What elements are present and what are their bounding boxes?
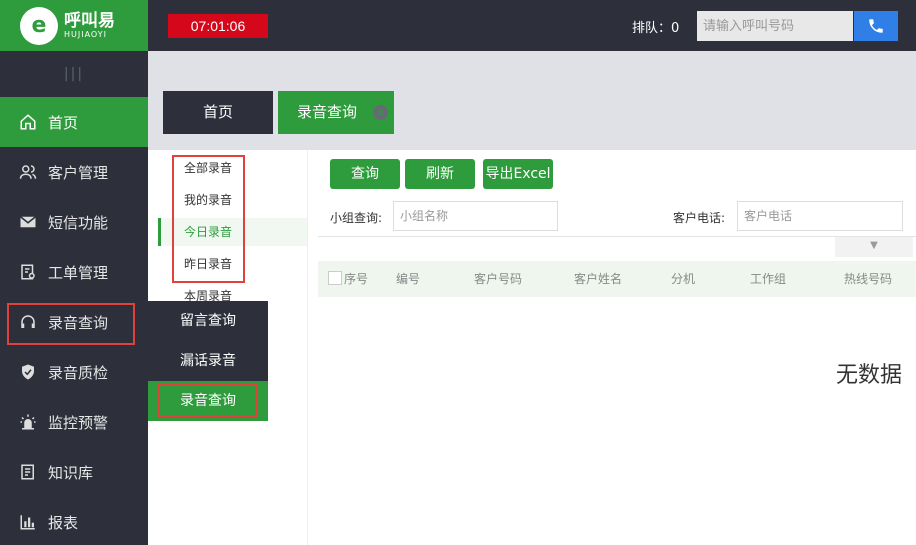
- submenu-item-messages[interactable]: 留言查询: [148, 301, 268, 341]
- queue-count: 排队：0: [632, 21, 680, 36]
- home-icon: [18, 112, 38, 132]
- sidebar-item-label: 知识库: [48, 463, 94, 482]
- empty-state: 无数据: [836, 363, 903, 388]
- sidebar-item-label: 短信功能: [48, 213, 109, 232]
- sidebar-item-label: 客户管理: [48, 163, 109, 182]
- sidebar-item-label: 录音查询: [48, 313, 109, 332]
- call-timer: 07:01:06: [168, 14, 268, 38]
- call-number-input[interactable]: [697, 11, 853, 41]
- sidebar-item-recordings[interactable]: 录音查询: [0, 297, 148, 347]
- col-hotline: 热线号码: [844, 272, 893, 286]
- logo-text: 呼叫易 HUJIAOYI: [64, 12, 115, 40]
- tab-recordings[interactable]: 录音查询 ×: [278, 91, 394, 134]
- phone-icon: [869, 19, 883, 33]
- close-icon[interactable]: ×: [373, 105, 388, 120]
- sidebar-item-label: 录音质检: [48, 363, 109, 382]
- sidebar-item-label: 首页: [48, 113, 79, 132]
- group-label: 小组查询:: [330, 211, 383, 225]
- submenu-item-missed[interactable]: 漏话录音: [148, 341, 268, 381]
- export-excel-button[interactable]: 导出Excel: [483, 159, 553, 189]
- query-button[interactable]: 查询: [330, 159, 400, 189]
- book-icon: [18, 462, 38, 482]
- collapse-toggle[interactable]: ▼: [835, 237, 913, 257]
- table-header: 序号 编号 客户号码 客户姓名 分机 工作组 热线号码: [318, 261, 916, 297]
- sidebar-item-home[interactable]: 首页: [0, 97, 148, 147]
- app-root: e 呼叫易 HUJIAOYI 07:01:06 排队：0 ||| 首页: [0, 0, 916, 545]
- bar-chart-icon: [18, 512, 38, 532]
- sidebar-item-label: 报表: [48, 513, 79, 532]
- group-input[interactable]: [393, 201, 558, 231]
- logo-subtitle: HUJIAOYI: [64, 29, 108, 39]
- phone-input[interactable]: [737, 201, 903, 231]
- sidebar-item-reports[interactable]: 报表: [0, 497, 148, 545]
- phone-label: 客户电话:: [673, 211, 726, 225]
- sidebar-item-label: 工单管理: [48, 263, 109, 282]
- shield-check-icon: [18, 362, 38, 382]
- col-index: 序号: [344, 272, 369, 286]
- headset-icon: [18, 312, 38, 332]
- highlight-box: [172, 155, 245, 283]
- col-customer-number: 客户号码: [474, 272, 523, 286]
- select-all-checkbox[interactable]: [328, 271, 342, 285]
- col-extension: 分机: [671, 272, 696, 286]
- sidebar-item-sms[interactable]: 短信功能: [0, 197, 148, 247]
- tab-label: 录音查询: [296, 103, 357, 121]
- divider: [318, 236, 916, 237]
- tab-home[interactable]: 首页: [163, 91, 273, 134]
- logo-mark: e: [20, 6, 58, 45]
- logo-name: 呼叫易: [64, 10, 115, 31]
- logo[interactable]: e 呼叫易 HUJIAOYI: [0, 0, 148, 51]
- sidebar-toggle[interactable]: |||: [0, 51, 148, 97]
- sidebar-item-customers[interactable]: 客户管理: [0, 147, 148, 197]
- refresh-button[interactable]: 刷新: [405, 159, 475, 189]
- sidebar-item-monitor[interactable]: 监控预警: [0, 397, 148, 447]
- sidebar: ||| 首页 客户管理 短信功能 工单管理 录音查询 录音质检 监控预警 知识库…: [0, 51, 148, 545]
- highlight-box: [158, 384, 258, 418]
- col-id: 编号: [396, 272, 421, 286]
- sidebar-item-knowledge[interactable]: 知识库: [0, 447, 148, 497]
- sidebar-item-tickets[interactable]: 工单管理: [0, 247, 148, 297]
- sidebar-item-label: 监控预警: [48, 413, 109, 432]
- call-button[interactable]: [854, 11, 898, 41]
- sidebar-item-quality[interactable]: 录音质检: [0, 347, 148, 397]
- alarm-icon: [18, 412, 38, 432]
- users-icon: [18, 162, 38, 182]
- mail-icon: [18, 212, 38, 232]
- col-workgroup: 工作组: [750, 272, 787, 286]
- top-bar: 07:01:06 排队：0: [148, 0, 916, 51]
- col-customer-name: 客户姓名: [574, 272, 623, 286]
- ticket-icon: [18, 262, 38, 282]
